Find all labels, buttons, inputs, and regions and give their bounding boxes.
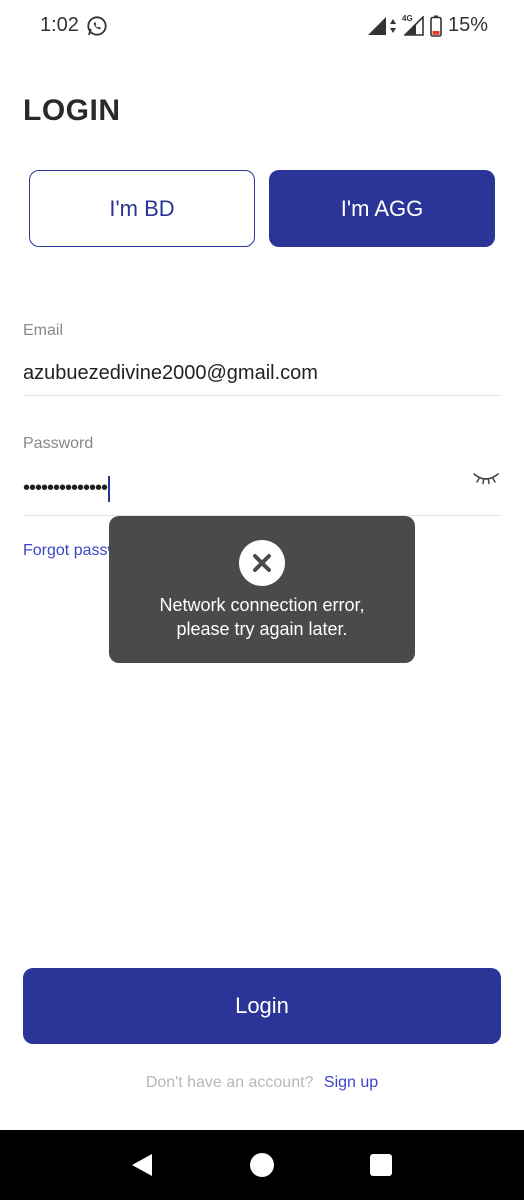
status-bar: 1:02 4G 15% <box>0 0 524 54</box>
email-value: azubuezedivine2000@gmail.com <box>23 362 318 384</box>
login-button[interactable]: Login <box>23 968 501 1044</box>
page-title: LOGIN <box>23 94 121 127</box>
signup-prompt: Don't have an account? <box>145 1074 314 1091</box>
navigation-bar <box>0 1130 524 1200</box>
text-cursor <box>108 475 111 502</box>
email-label: Email <box>23 322 64 339</box>
password-value: •••••••••••••• <box>23 477 108 499</box>
signup-row: Don't have an account? Sign up <box>0 1074 524 1092</box>
close-icon <box>239 540 285 586</box>
password-field[interactable]: •••••••••••••• <box>23 462 501 516</box>
role-agg-button[interactable]: I'm AGG <box>269 170 495 247</box>
home-icon[interactable] <box>250 1153 274 1177</box>
role-bd-button[interactable]: I'm BD <box>29 170 255 247</box>
recents-icon[interactable] <box>370 1154 392 1176</box>
error-toast: Network connection error, please try aga… <box>109 516 415 663</box>
data-arrows-icon <box>390 19 396 33</box>
eye-closed-icon[interactable] <box>472 470 500 486</box>
toast-message: Network connection error, please try aga… <box>109 593 415 641</box>
whatsapp-icon <box>87 16 107 36</box>
status-time: 1:02 <box>40 14 79 36</box>
signal-icon <box>404 16 424 36</box>
battery-icon <box>430 15 442 37</box>
battery-percent: 15% <box>448 14 489 36</box>
signal-icon <box>368 17 386 35</box>
email-field[interactable]: azubuezedivine2000@gmail.com <box>23 352 501 396</box>
toast-message-line1: Network connection error, <box>159 595 365 615</box>
toast-message-line2: please try again later. <box>176 619 348 639</box>
password-label: Password <box>23 435 94 452</box>
signup-link[interactable]: Sign up <box>324 1074 378 1091</box>
back-icon[interactable] <box>130 1153 154 1177</box>
